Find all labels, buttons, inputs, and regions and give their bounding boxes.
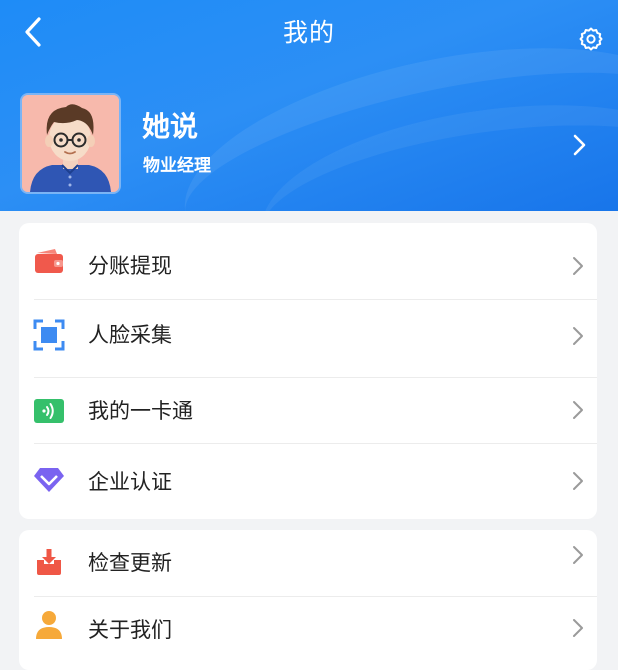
menu-item-split-withdraw[interactable]: 分账提现 [19, 223, 597, 299]
chevron-right-icon [573, 401, 583, 419]
menu-item-about-us[interactable]: 关于我们 [19, 597, 597, 663]
chevron-right-icon [573, 472, 583, 490]
face-scan-icon [33, 319, 65, 351]
menu-item-label: 关于我们 [88, 618, 172, 642]
profile-role: 物业经理 [143, 156, 211, 176]
menu-item-label: 企业认证 [88, 470, 172, 494]
page-title: 我的 [282, 18, 335, 47]
chevron-right-icon [573, 327, 583, 345]
gear-icon [579, 27, 603, 51]
menu-card-secondary: 检查更新 关于我们 [19, 530, 597, 670]
profile-name: 她说 [142, 110, 199, 143]
menu-item-label: 分账提现 [88, 254, 172, 278]
nfc-card-icon [33, 395, 65, 427]
wallet-icon [33, 245, 65, 277]
profile-card[interactable]: 她说 物业经理 [20, 93, 610, 195]
avatar-illustration [22, 95, 119, 192]
avatar[interactable] [20, 93, 121, 194]
menu-item-check-update[interactable]: 检查更新 [19, 530, 597, 596]
diamond-icon [33, 464, 65, 496]
download-tray-icon [33, 546, 65, 578]
menu-card-primary: 分账提现 人脸采集 我的一卡通 企业认证 [19, 223, 597, 519]
menu-item-label: 我的一卡通 [88, 399, 193, 423]
chevron-right-icon [573, 134, 586, 156]
chevron-right-icon [573, 546, 583, 564]
menu-item-face-capture[interactable]: 人脸采集 [19, 300, 597, 377]
chevron-right-icon [573, 619, 583, 637]
person-icon [33, 609, 65, 641]
menu-item-label: 人脸采集 [88, 323, 172, 347]
menu-item-label: 检查更新 [88, 551, 172, 575]
settings-button[interactable] [576, 24, 606, 54]
chevron-right-icon [573, 257, 583, 275]
menu-item-my-card[interactable]: 我的一卡通 [19, 378, 597, 443]
menu-item-enterprise-cert[interactable]: 企业认证 [19, 444, 597, 519]
profile-header: 我的 她说 物业经理 [0, 0, 618, 211]
